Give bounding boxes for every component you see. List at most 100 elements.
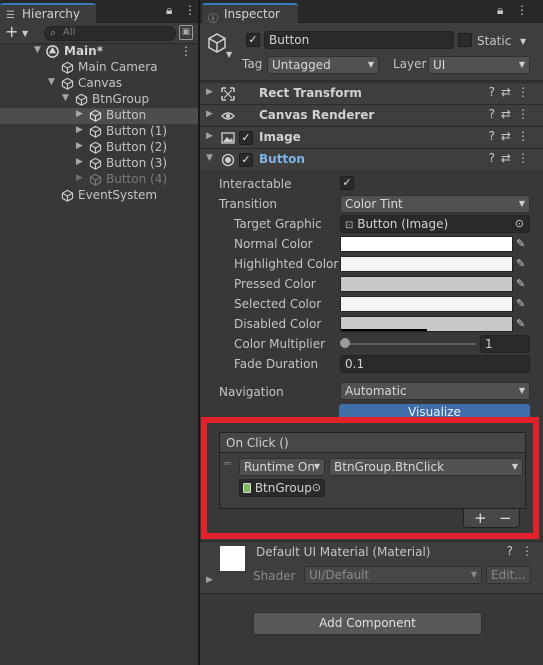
- more-menu-icon[interactable]: ⋮: [521, 544, 533, 558]
- collapse-arrow-icon[interactable]: ▶: [206, 131, 213, 141]
- gameobject-icon: [89, 173, 102, 186]
- more-menu-icon[interactable]: ⋮: [516, 3, 532, 17]
- expand-arrow-icon[interactable]: ▼: [34, 45, 41, 55]
- hierarchy-row-selected[interactable]: ▶ Button: [0, 108, 198, 124]
- help-icon[interactable]: ?: [507, 544, 513, 558]
- transition-label: Transition: [219, 197, 278, 211]
- hierarchy-row[interactable]: ▶ Button (3): [0, 156, 198, 172]
- drag-handle-icon[interactable]: ═: [224, 457, 231, 470]
- collapse-arrow-icon[interactable]: ▶: [76, 157, 83, 167]
- scene-visibility-icon[interactable]: ▣: [179, 25, 193, 40]
- shader-dropdown[interactable]: UI/Default ▼: [304, 566, 482, 584]
- script-icon: [243, 483, 251, 493]
- component-tools[interactable]: ?⇄⋮: [489, 85, 535, 99]
- eye-icon: [221, 112, 235, 120]
- gameobject-icon: [89, 125, 102, 138]
- collapse-arrow-icon[interactable]: ▶: [76, 141, 83, 151]
- hierarchy-item-label: EventSystem: [78, 188, 158, 202]
- component-canvas-renderer[interactable]: ▶ Canvas Renderer ?⇄⋮: [200, 104, 543, 126]
- visualize-button[interactable]: Visualize: [339, 404, 530, 418]
- expand-arrow-icon[interactable]: ▼: [206, 153, 213, 163]
- chevron-down-icon[interactable]: ▼: [520, 37, 526, 46]
- highlighted-color-swatch[interactable]: [340, 256, 513, 272]
- fade-duration-field[interactable]: 0.1: [340, 355, 530, 373]
- hierarchy-row[interactable]: Main Camera: [0, 60, 198, 76]
- tag-value: Untagged: [272, 58, 331, 72]
- lock-icon[interactable]: 🔒︎: [166, 3, 176, 18]
- selected-color-swatch[interactable]: [340, 296, 513, 312]
- component-tools[interactable]: ?⇄⋮: [489, 107, 535, 121]
- target-object-field[interactable]: BtnGroup ⊙: [239, 479, 325, 497]
- hierarchy-item-label: Button (3): [106, 156, 168, 170]
- search-icon: ⌕: [50, 26, 57, 39]
- tab-inspector[interactable]: ⓘ Inspector: [202, 3, 298, 25]
- active-checkbox[interactable]: ✓: [246, 33, 260, 47]
- eyedropper-icon[interactable]: ✎: [516, 277, 530, 291]
- collapse-arrow-icon[interactable]: ▶: [76, 125, 83, 135]
- runtime-dropdown[interactable]: Runtime On ▼: [239, 458, 325, 476]
- component-enabled-checkbox[interactable]: ✓: [239, 153, 253, 167]
- collapse-arrow-icon[interactable]: ▶: [76, 109, 83, 119]
- object-name-field[interactable]: Button: [264, 31, 454, 49]
- color-label: Normal Color: [234, 237, 313, 251]
- object-picker-icon[interactable]: ⊙: [311, 480, 321, 496]
- hierarchy-row-inactive[interactable]: ▶ Button (4): [0, 172, 198, 188]
- eyedropper-icon[interactable]: ✎: [516, 257, 530, 271]
- gameobject-icon: [61, 189, 74, 202]
- component-rect-transform[interactable]: ▶ Rect Transform ?⇄⋮: [200, 82, 543, 104]
- hierarchy-row[interactable]: EventSystem: [0, 188, 198, 204]
- component-image[interactable]: ▶ ✓ Image ?⇄⋮: [200, 126, 543, 148]
- slider-track[interactable]: [344, 343, 476, 345]
- more-menu-icon[interactable]: ⋮: [180, 44, 192, 58]
- tab-label: Hierarchy: [22, 7, 81, 21]
- collapse-arrow-icon[interactable]: ▶: [76, 173, 83, 183]
- disabled-color-swatch[interactable]: [340, 316, 513, 332]
- component-tools[interactable]: ?⇄⋮: [489, 151, 535, 165]
- pressed-color-swatch[interactable]: [340, 276, 513, 292]
- tag-dropdown[interactable]: Untagged ▼: [267, 56, 379, 74]
- target-graphic-value: Button (Image): [357, 217, 449, 231]
- expand-arrow-icon[interactable]: ▼: [62, 93, 69, 103]
- add-component-button[interactable]: Add Component: [253, 612, 482, 635]
- eyedropper-icon[interactable]: ✎: [516, 237, 530, 251]
- hierarchy-row-scene[interactable]: ▼ Main* ⋮: [0, 44, 198, 60]
- tab-hierarchy[interactable]: ☰ Hierarchy: [0, 3, 96, 23]
- lock-icon[interactable]: 🔒︎: [497, 3, 507, 18]
- transition-dropdown[interactable]: Color Tint ▼: [340, 195, 530, 213]
- eyedropper-icon[interactable]: ✎: [516, 317, 530, 331]
- expand-arrow-icon[interactable]: ▼: [48, 77, 55, 87]
- collapse-arrow-icon[interactable]: ▶: [206, 575, 213, 585]
- layer-dropdown[interactable]: UI ▼: [428, 56, 530, 74]
- gameobject-icon[interactable]: [206, 32, 228, 54]
- color-multiplier-field[interactable]: 1: [480, 335, 530, 353]
- remove-event-button[interactable]: −: [499, 509, 512, 527]
- object-picker-icon[interactable]: ⊙: [515, 216, 524, 232]
- edit-shader-button[interactable]: Edit...: [486, 566, 531, 584]
- color-label: Highlighted Color: [234, 257, 339, 271]
- interactable-checkbox[interactable]: ✓: [340, 176, 354, 190]
- add-event-button[interactable]: +: [474, 509, 487, 527]
- slider-handle[interactable]: [340, 338, 350, 348]
- hierarchy-row[interactable]: ▼ BtnGroup: [0, 92, 198, 108]
- gameobject-icon: [75, 93, 88, 106]
- chevron-down-icon[interactable]: ▼: [22, 29, 28, 38]
- target-graphic-field[interactable]: ⊡ Button (Image) ⊙: [340, 215, 530, 233]
- normal-color-swatch[interactable]: [340, 236, 513, 252]
- add-icon[interactable]: +: [5, 24, 18, 40]
- static-checkbox[interactable]: [458, 33, 472, 47]
- navigation-dropdown[interactable]: Automatic ▼: [340, 382, 530, 400]
- chevron-down-icon[interactable]: ▼: [226, 50, 232, 59]
- component-enabled-checkbox[interactable]: ✓: [239, 131, 253, 145]
- eyedropper-icon[interactable]: ✎: [516, 297, 530, 311]
- collapse-arrow-icon[interactable]: ▶: [206, 109, 213, 119]
- hierarchy-row[interactable]: ▼ Canvas: [0, 76, 198, 92]
- search-input[interactable]: ⌕ All: [44, 26, 176, 41]
- hierarchy-row[interactable]: ▶ Button (1): [0, 124, 198, 140]
- collapse-arrow-icon[interactable]: ▶: [206, 87, 213, 97]
- component-tools[interactable]: ?⇄⋮: [489, 129, 535, 143]
- hierarchy-row[interactable]: ▶ Button (2): [0, 140, 198, 156]
- component-title: Rect Transform: [259, 86, 362, 100]
- fade-duration-label: Fade Duration: [234, 357, 319, 371]
- function-dropdown[interactable]: BtnGroup.BtnClick ▼: [329, 458, 523, 476]
- component-button[interactable]: ▼ ✓ Button ?⇄⋮: [200, 148, 543, 170]
